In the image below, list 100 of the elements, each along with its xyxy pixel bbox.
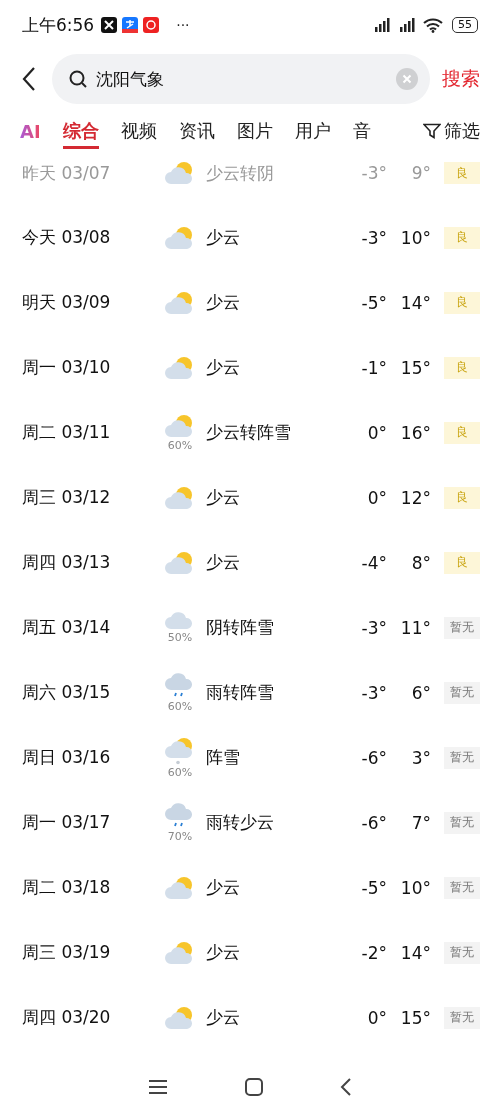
air-quality-badge: 良: [444, 421, 480, 444]
air-quality-badge: 良: [444, 486, 480, 509]
forecast-date: 周一 03/10: [22, 356, 112, 379]
weather-description: 雨转阵雪: [206, 681, 275, 704]
air-quality-badge: 良: [444, 356, 480, 379]
category-tab[interactable]: 资讯: [178, 113, 215, 149]
low-temperature: -3°: [360, 617, 387, 638]
weather-description: 少云: [206, 356, 241, 379]
precipitation-chance: 60%: [167, 765, 193, 779]
low-temperature: 0°: [366, 487, 387, 508]
partly-cloudy-icon: [165, 485, 195, 510]
wifi-icon: [423, 17, 443, 33]
search-button[interactable]: 搜索: [442, 66, 480, 92]
air-quality-badge: 良: [444, 162, 480, 184]
weather-description: 少云: [206, 291, 241, 314]
forecast-date: 周二 03/11: [22, 421, 112, 444]
category-tab[interactable]: 综合: [62, 113, 99, 149]
category-tab[interactable]: 音: [352, 113, 371, 149]
air-quality-badge: 暂无: [444, 616, 480, 639]
rain-cloud-icon: [165, 802, 195, 829]
app-icon: [143, 17, 160, 33]
low-temperature: -5°: [360, 292, 387, 313]
air-quality-badge: 良: [444, 226, 480, 249]
forecast-date: 周五 03/14: [22, 616, 112, 639]
low-temperature: -3°: [360, 682, 387, 703]
partly-cloudy-icon: [165, 875, 195, 900]
weather-description: 少云: [206, 226, 241, 249]
low-temperature: -1°: [360, 357, 387, 378]
home-icon[interactable]: [245, 1078, 263, 1096]
precipitation-chance: 60%: [167, 438, 193, 452]
partly-cloudy-icon: [165, 413, 195, 438]
filter-button[interactable]: 筛选: [419, 119, 480, 143]
air-quality-badge: 暂无: [444, 746, 480, 769]
forecast-date: 昨天 03/07: [22, 161, 112, 185]
forecast-date: 周日 03/16: [22, 746, 112, 769]
category-tab[interactable]: 图片: [236, 113, 273, 149]
partly-cloudy-icon: [165, 1005, 195, 1030]
weather-description: 少云: [206, 941, 241, 964]
weather-description: 阴转阵雪: [206, 616, 275, 639]
low-temperature: -3°: [360, 227, 387, 248]
air-quality-badge: 良: [444, 291, 480, 314]
precipitation-chance: 70%: [167, 829, 193, 843]
app-icon: [101, 17, 118, 33]
back-icon[interactable]: [339, 1078, 352, 1096]
forecast-date: 今天 03/08: [22, 226, 112, 249]
low-temperature: -5°: [360, 877, 387, 898]
forecast-date: 周三 03/12: [22, 486, 112, 509]
weather-description: 雨转少云: [206, 811, 275, 834]
high-temperature: 10°: [399, 227, 431, 248]
air-quality-badge: 暂无: [444, 941, 480, 964]
battery-indicator: 55: [452, 17, 478, 33]
weather-description: 阵雪: [206, 746, 241, 769]
forecast-date: 明天 03/09: [22, 291, 112, 314]
search-query: 沈阳气象: [96, 67, 165, 91]
forecast-date: 周四 03/20: [22, 1006, 112, 1029]
low-temperature: -6°: [360, 812, 387, 833]
app-icon: [122, 17, 139, 33]
menu-icon[interactable]: [148, 1079, 169, 1095]
search-icon: [68, 69, 88, 89]
forecast-date: 周二 03/18: [22, 876, 112, 899]
air-quality-badge: 良: [444, 551, 480, 574]
air-quality-badge: 暂无: [444, 876, 480, 899]
category-tab[interactable]: 视频: [120, 113, 157, 149]
status-time: 上午6:56: [22, 13, 95, 37]
high-temperature: 16°: [399, 422, 431, 443]
rain-cloud-icon: [165, 672, 195, 699]
high-temperature: 14°: [399, 292, 431, 313]
low-temperature: -4°: [360, 552, 387, 573]
back-icon[interactable]: [22, 66, 36, 92]
search-field[interactable]: 沈阳气象: [52, 54, 430, 104]
forecast-date: 周四 03/13: [22, 551, 112, 574]
partly-cloudy-icon: [165, 290, 195, 315]
air-quality-badge: 暂无: [444, 1006, 480, 1029]
precipitation-chance: 50%: [167, 630, 193, 644]
more-notifications: ···: [176, 17, 190, 33]
air-quality-badge: 暂无: [444, 681, 480, 704]
category-tab[interactable]: 用户: [294, 113, 331, 149]
high-temperature: 15°: [399, 357, 431, 378]
high-temperature: 12°: [399, 487, 431, 508]
low-temperature: -3°: [360, 163, 387, 183]
forecast-date: 周一 03/17: [22, 811, 112, 834]
partly-cloudy-icon: [165, 225, 195, 250]
high-temperature: 11°: [399, 617, 431, 638]
filter-icon: [423, 123, 441, 139]
high-temperature: 3°: [410, 747, 431, 768]
weather-description: 少云转阵雪: [206, 421, 292, 444]
high-temperature: 7°: [410, 812, 431, 833]
low-temperature: -2°: [360, 942, 387, 963]
high-temperature: 14°: [399, 942, 431, 963]
precipitation-chance: 60%: [167, 699, 193, 713]
snow-cloud-icon: [165, 736, 195, 765]
low-temperature: 0°: [366, 1007, 387, 1028]
high-temperature: 15°: [399, 1007, 431, 1028]
partly-cloudy-icon: [165, 355, 195, 380]
weather-description: 少云: [206, 876, 241, 899]
low-temperature: -6°: [360, 747, 387, 768]
cloud-icon: [165, 611, 195, 630]
partly-cloudy-icon: [165, 940, 195, 965]
high-temperature: 10°: [399, 877, 431, 898]
weather-description: 少云: [206, 1006, 241, 1029]
